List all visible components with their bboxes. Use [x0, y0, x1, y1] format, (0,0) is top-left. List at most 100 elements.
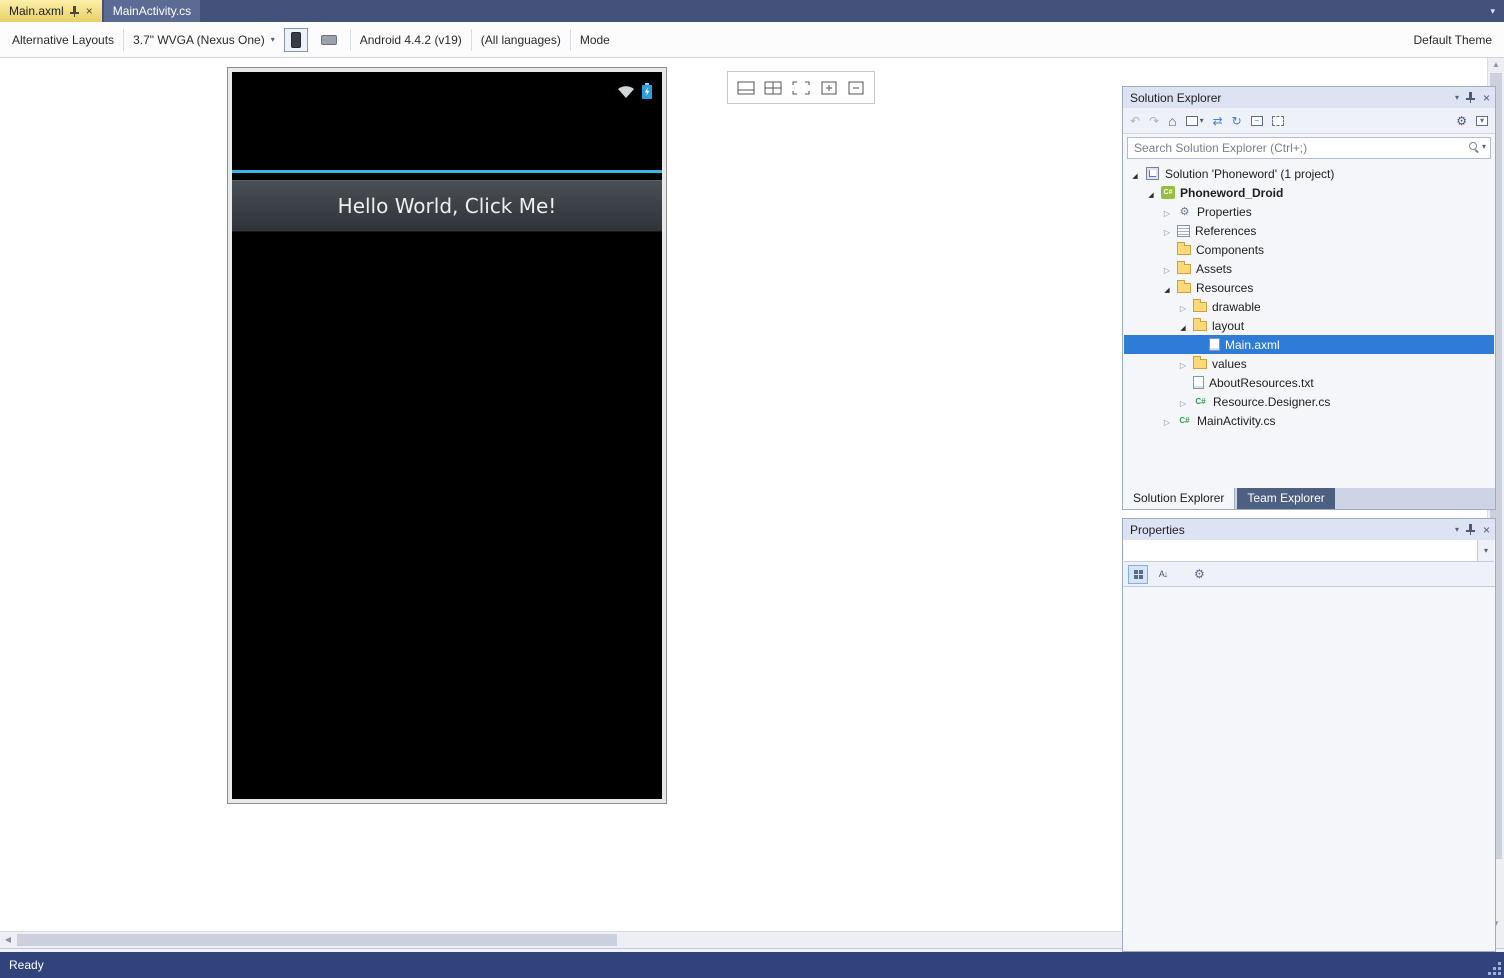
fit-page-icon — [792, 81, 810, 95]
tree-item[interactable]: AboutResources.txt — [1124, 373, 1494, 392]
tree-item[interactable]: drawable — [1124, 297, 1494, 316]
tree-expander-icon — [1178, 358, 1188, 370]
layout-split-button[interactable] — [734, 76, 758, 100]
tree-item-label: Resources — [1196, 281, 1253, 295]
android-version-value: Android 4.4.2 (v19) — [360, 33, 462, 47]
battery-icon — [642, 83, 652, 99]
collapse-all-icon[interactable]: − — [1251, 116, 1263, 126]
alphabetical-button[interactable]: A↓ — [1153, 565, 1173, 584]
tab-team-explorer[interactable]: Team Explorer — [1237, 488, 1334, 509]
document-list-dropdown-icon[interactable]: ▾ — [1481, 6, 1504, 17]
tree-item[interactable]: Resource.Designer.cs — [1124, 392, 1494, 411]
categorized-button[interactable] — [1128, 565, 1148, 584]
pin-icon[interactable] — [1466, 92, 1476, 103]
chevron-down-icon: ▾ — [1200, 117, 1204, 125]
close-icon[interactable]: × — [86, 5, 93, 17]
window-position-icon[interactable]: ▾ — [1455, 94, 1459, 102]
tree-item[interactable]: values — [1124, 354, 1494, 373]
close-icon[interactable]: × — [1483, 92, 1490, 104]
device-select[interactable]: 3.7" WVGA (Nexus One) ▾ — [133, 33, 275, 47]
solution-explorer-panel: Solution Explorer ▾ × ↶ ↷ ⌂ ▾ ⇄ ↻ − ⚙ ▾ … — [1122, 86, 1496, 510]
layout-grid-button[interactable] — [761, 76, 785, 100]
close-icon[interactable]: × — [1483, 524, 1490, 536]
properties-panel: Properties ▾ × ▾ A↓ ⚙ — [1122, 518, 1496, 952]
tree-expander-icon — [1162, 282, 1172, 294]
scrollbar-thumb[interactable] — [17, 934, 617, 946]
portrait-button[interactable] — [284, 28, 308, 52]
tree-item[interactable]: Components — [1124, 240, 1494, 259]
tree-item-label: Assets — [1196, 262, 1232, 276]
layout-split-icon — [737, 81, 755, 95]
properties-header[interactable]: Properties ▾ × — [1123, 519, 1495, 540]
chevron-down-icon: ▾ — [271, 36, 275, 44]
chevron-down-icon[interactable]: ▾ — [1482, 143, 1486, 151]
combo-dropdown-button[interactable]: ▾ — [1477, 540, 1494, 561]
preview-toolbar — [727, 71, 875, 104]
refresh-icon[interactable]: ↻ — [1232, 115, 1242, 127]
resize-grip[interactable] — [1487, 961, 1501, 975]
nav-back-icon[interactable]: ↶ — [1130, 115, 1140, 127]
tree-item[interactable]: Phoneword_Droid — [1124, 183, 1494, 202]
solution-explorer-search: ▾ — [1127, 137, 1491, 159]
zoom-in-button[interactable] — [817, 76, 841, 100]
document-tab-strip: Main.axml × MainActivity.cs ▾ — [0, 0, 1504, 22]
scroll-left-icon[interactable]: ◀ — [0, 932, 16, 946]
editor-area: Main.axml × MainActivity.cs ▾ Alternativ… — [0, 0, 910, 866]
folder-icon — [1193, 302, 1207, 312]
solution-icon — [1145, 167, 1160, 181]
switch-views-button[interactable]: ▾ — [1186, 116, 1204, 126]
tab-mainactivity-cs[interactable]: MainActivity.cs — [104, 0, 200, 22]
wifi-icon — [616, 84, 636, 99]
hello-world-button[interactable]: Hello World, Click Me! — [232, 180, 662, 232]
tree-expander-icon — [1162, 415, 1172, 427]
tree-item[interactable]: layout — [1124, 316, 1494, 335]
scroll-up-icon[interactable]: ▲ — [1488, 58, 1504, 72]
object-selector-combo[interactable]: ▾ — [1124, 540, 1494, 562]
landscape-button[interactable] — [317, 28, 341, 52]
tree-expander-icon — [1162, 263, 1172, 275]
file-icon — [1193, 376, 1204, 389]
home-icon[interactable]: ⌂ — [1168, 114, 1176, 128]
mode-select[interactable]: Mode — [580, 33, 610, 47]
tree-item[interactable]: Solution 'Phoneword' (1 project) — [1124, 164, 1494, 183]
solution-search-input[interactable] — [1127, 137, 1491, 159]
sync-with-active-document-icon[interactable]: ⇄ — [1213, 115, 1223, 127]
tree-expander-icon — [1130, 168, 1140, 180]
tree-expander-icon — [1146, 187, 1156, 199]
zoom-out-button[interactable] — [844, 76, 868, 100]
window-position-icon[interactable]: ▾ — [1455, 526, 1459, 534]
properties-icon — [1177, 205, 1192, 219]
alternative-layouts-button[interactable]: Alternative Layouts — [12, 33, 114, 47]
tree-item[interactable]: Main.axml — [1124, 335, 1494, 354]
file-icon — [1209, 338, 1220, 351]
tree-item[interactable]: Resources — [1124, 278, 1494, 297]
tree-item[interactable]: MainActivity.cs — [1124, 411, 1494, 430]
language-select[interactable]: (All languages) — [481, 33, 561, 47]
layout-grid-icon — [764, 81, 782, 95]
android-version-select[interactable]: Android 4.4.2 (v19) — [360, 33, 462, 47]
tree-item-label: drawable — [1212, 300, 1261, 314]
tree-item-label: Main.axml — [1225, 338, 1280, 352]
folder-icon — [1193, 359, 1207, 369]
tree-item[interactable]: Assets — [1124, 259, 1494, 278]
pin-icon[interactable] — [1466, 524, 1476, 535]
designer-toolbar: Alternative Layouts 3.7" WVGA (Nexus One… — [0, 22, 1504, 58]
show-all-files-icon[interactable] — [1272, 116, 1284, 126]
tab-solution-explorer[interactable]: Solution Explorer — [1123, 488, 1235, 509]
property-pages-button[interactable]: ⚙ — [1194, 567, 1205, 581]
solution-explorer-toolbar: ↶ ↷ ⌂ ▾ ⇄ ↻ − ⚙ ▾ — [1123, 108, 1495, 134]
chevron-down-icon: ▾ — [1484, 547, 1488, 555]
preview-selected-icon[interactable]: ▾ — [1476, 116, 1488, 126]
status-bar: Ready — [0, 952, 1504, 978]
fit-page-button[interactable] — [789, 76, 813, 100]
tab-label: Main.axml — [9, 4, 64, 18]
properties-wrench-icon[interactable]: ⚙ — [1456, 115, 1467, 127]
solution-explorer-header[interactable]: Solution Explorer ▾ × — [1123, 87, 1495, 108]
theme-select[interactable]: Default Theme — [1414, 33, 1493, 47]
nav-forward-icon[interactable]: ↷ — [1149, 115, 1159, 127]
properties-toolbar: A↓ ⚙ — [1123, 562, 1495, 587]
pin-icon[interactable] — [70, 6, 80, 17]
tree-item[interactable]: Properties — [1124, 202, 1494, 221]
tree-item[interactable]: References — [1124, 221, 1494, 240]
tab-main-axml[interactable]: Main.axml × — [0, 0, 102, 22]
